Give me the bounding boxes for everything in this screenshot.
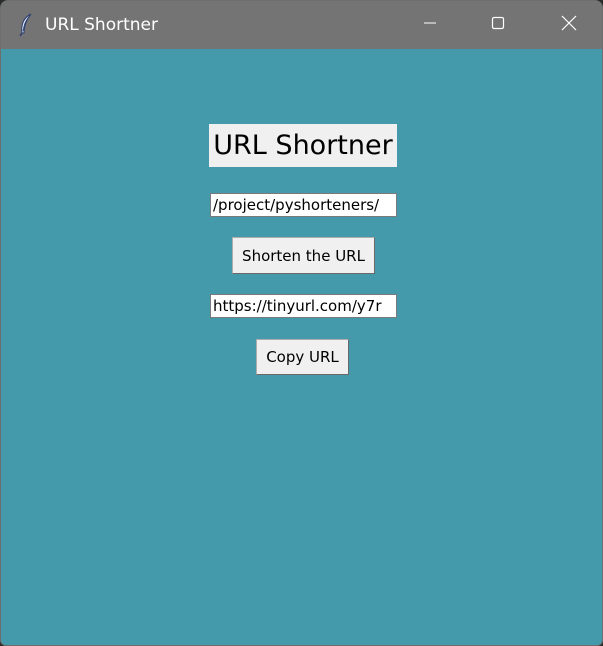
close-button[interactable] <box>546 1 592 49</box>
maximize-button[interactable] <box>475 1 521 49</box>
shorten-button[interactable]: Shorten the URL <box>232 237 375 274</box>
short-url-text: https://tinyurl.com/y7r <box>213 297 382 315</box>
url-input-text: /project/pyshorteners/ <box>213 196 380 214</box>
window-title: URL Shortner <box>45 15 158 35</box>
minimize-button[interactable] <box>407 1 453 49</box>
minimize-icon <box>423 16 437 35</box>
maximize-icon <box>491 16 505 35</box>
app-window: URL Shortner URL Shortner /project/pysho… <box>0 0 603 646</box>
main-content: URL Shortner /project/pyshorteners/ Shor… <box>1 49 602 645</box>
short-url-field[interactable]: https://tinyurl.com/y7r <box>210 294 397 318</box>
copy-url-button[interactable]: Copy URL <box>256 339 349 375</box>
close-icon <box>561 15 577 36</box>
app-heading: URL Shortner <box>209 124 397 167</box>
feather-icon <box>17 13 35 37</box>
title-bar[interactable]: URL Shortner <box>1 1 602 49</box>
url-input[interactable]: /project/pyshorteners/ <box>210 193 397 217</box>
